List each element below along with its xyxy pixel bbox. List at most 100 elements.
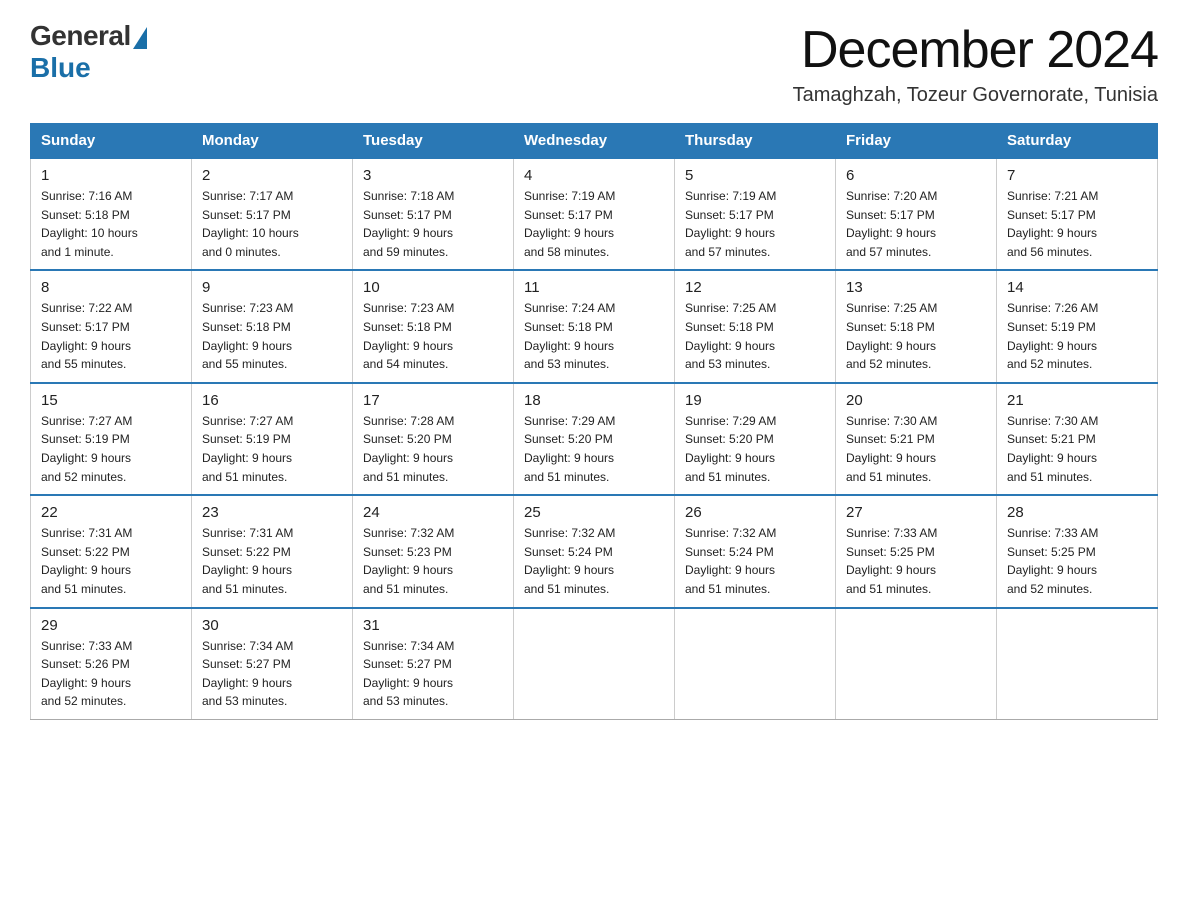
day-info: Sunrise: 7:33 AM Sunset: 5:26 PM Dayligh… — [41, 637, 181, 711]
title-area: December 2024 Tamaghzah, Tozeur Governor… — [793, 20, 1158, 107]
month-title: December 2024 — [793, 20, 1158, 80]
day-number: 10 — [363, 279, 503, 296]
calendar-day-cell: 18 Sunrise: 7:29 AM Sunset: 5:20 PM Dayli… — [514, 383, 675, 495]
calendar-day-cell: 31 Sunrise: 7:34 AM Sunset: 5:27 PM Dayli… — [353, 608, 514, 720]
day-info: Sunrise: 7:26 AM Sunset: 5:19 PM Dayligh… — [1007, 299, 1147, 373]
calendar-day-cell: 28Sunrise: 7:33 AM Sunset: 5:25 PM Dayli… — [997, 495, 1158, 607]
day-info: Sunrise: 7:25 AM Sunset: 5:18 PM Dayligh… — [685, 299, 825, 373]
day-number: 8 — [41, 279, 181, 296]
logo-blue-text: Blue — [30, 52, 91, 84]
calendar-day-cell: 8Sunrise: 7:22 AM Sunset: 5:17 PM Daylig… — [31, 270, 192, 382]
calendar-day-cell: 21 Sunrise: 7:30 AM Sunset: 5:21 PM Dayli… — [997, 383, 1158, 495]
calendar-empty-cell — [997, 608, 1158, 720]
day-number: 29 — [41, 617, 181, 634]
day-number: 4 — [524, 167, 664, 184]
day-info: Sunrise: 7:19 AM Sunset: 5:17 PM Dayligh… — [524, 187, 664, 261]
day-number: 11 — [524, 279, 664, 296]
calendar-day-cell: 6 Sunrise: 7:20 AM Sunset: 5:17 PM Daylig… — [836, 158, 997, 270]
calendar-day-cell: 13 Sunrise: 7:25 AM Sunset: 5:18 PM Dayli… — [836, 270, 997, 382]
logo-blue-part — [131, 25, 147, 47]
day-number: 20 — [846, 392, 986, 409]
col-header-monday: Monday — [192, 124, 353, 159]
day-number: 6 — [846, 167, 986, 184]
day-number: 1 — [41, 167, 181, 184]
calendar-day-cell: 26 Sunrise: 7:32 AM Sunset: 5:24 PM Dayli… — [675, 495, 836, 607]
day-info: Sunrise: 7:23 AM Sunset: 5:18 PM Dayligh… — [202, 299, 342, 373]
day-info: Sunrise: 7:31 AM Sunset: 5:22 PM Dayligh… — [41, 524, 181, 598]
col-header-sunday: Sunday — [31, 124, 192, 159]
day-number: 23 — [202, 504, 342, 521]
calendar-day-cell: 20 Sunrise: 7:30 AM Sunset: 5:21 PM Dayli… — [836, 383, 997, 495]
calendar-day-cell: 14 Sunrise: 7:26 AM Sunset: 5:19 PM Dayli… — [997, 270, 1158, 382]
day-info: Sunrise: 7:34 AM Sunset: 5:27 PM Dayligh… — [363, 637, 503, 711]
calendar-empty-cell — [836, 608, 997, 720]
calendar-day-cell: 25 Sunrise: 7:32 AM Sunset: 5:24 PM Dayli… — [514, 495, 675, 607]
day-info: Sunrise: 7:25 AM Sunset: 5:18 PM Dayligh… — [846, 299, 986, 373]
location-title: Tamaghzah, Tozeur Governorate, Tunisia — [793, 84, 1158, 107]
day-number: 3 — [363, 167, 503, 184]
calendar-day-cell: 16Sunrise: 7:27 AM Sunset: 5:19 PM Dayli… — [192, 383, 353, 495]
day-info: Sunrise: 7:28 AM Sunset: 5:20 PM Dayligh… — [363, 412, 503, 486]
calendar-day-cell: 30Sunrise: 7:34 AM Sunset: 5:27 PM Dayli… — [192, 608, 353, 720]
col-header-saturday: Saturday — [997, 124, 1158, 159]
calendar-day-cell: 29 Sunrise: 7:33 AM Sunset: 5:26 PM Dayli… — [31, 608, 192, 720]
calendar-day-cell: 17 Sunrise: 7:28 AM Sunset: 5:20 PM Dayli… — [353, 383, 514, 495]
col-header-thursday: Thursday — [675, 124, 836, 159]
day-number: 19 — [685, 392, 825, 409]
day-number: 22 — [41, 504, 181, 521]
day-info: Sunrise: 7:20 AM Sunset: 5:17 PM Dayligh… — [846, 187, 986, 261]
calendar-table: SundayMondayTuesdayWednesdayThursdayFrid… — [30, 123, 1158, 720]
calendar-empty-cell — [514, 608, 675, 720]
calendar-day-cell: 5 Sunrise: 7:19 AM Sunset: 5:17 PM Daylig… — [675, 158, 836, 270]
day-info: Sunrise: 7:17 AM Sunset: 5:17 PM Dayligh… — [202, 187, 342, 261]
day-number: 9 — [202, 279, 342, 296]
day-number: 13 — [846, 279, 986, 296]
col-header-friday: Friday — [836, 124, 997, 159]
day-info: Sunrise: 7:33 AM Sunset: 5:25 PM Dayligh… — [1007, 524, 1147, 598]
day-info: Sunrise: 7:33 AM Sunset: 5:25 PM Dayligh… — [846, 524, 986, 598]
calendar-day-cell: 2Sunrise: 7:17 AM Sunset: 5:17 PM Daylig… — [192, 158, 353, 270]
day-info: Sunrise: 7:27 AM Sunset: 5:19 PM Dayligh… — [41, 412, 181, 486]
calendar-day-cell: 19 Sunrise: 7:29 AM Sunset: 5:20 PM Dayli… — [675, 383, 836, 495]
day-info: Sunrise: 7:32 AM Sunset: 5:23 PM Dayligh… — [363, 524, 503, 598]
calendar-day-cell: 27 Sunrise: 7:33 AM Sunset: 5:25 PM Dayli… — [836, 495, 997, 607]
day-info: Sunrise: 7:29 AM Sunset: 5:20 PM Dayligh… — [685, 412, 825, 486]
page-header: General Blue December 2024 Tamaghzah, To… — [30, 20, 1158, 107]
calendar-day-cell: 3 Sunrise: 7:18 AM Sunset: 5:17 PM Daylig… — [353, 158, 514, 270]
day-number: 14 — [1007, 279, 1147, 296]
logo: General Blue — [30, 20, 147, 84]
day-info: Sunrise: 7:30 AM Sunset: 5:21 PM Dayligh… — [846, 412, 986, 486]
day-number: 15 — [41, 392, 181, 409]
day-number: 25 — [524, 504, 664, 521]
day-number: 5 — [685, 167, 825, 184]
day-number: 17 — [363, 392, 503, 409]
day-info: Sunrise: 7:21 AM Sunset: 5:17 PM Dayligh… — [1007, 187, 1147, 261]
day-number: 27 — [846, 504, 986, 521]
logo-general-text: General — [30, 20, 131, 52]
calendar-day-cell: 24Sunrise: 7:32 AM Sunset: 5:23 PM Dayli… — [353, 495, 514, 607]
calendar-day-cell: 11Sunrise: 7:24 AM Sunset: 5:18 PM Dayli… — [514, 270, 675, 382]
day-info: Sunrise: 7:30 AM Sunset: 5:21 PM Dayligh… — [1007, 412, 1147, 486]
day-info: Sunrise: 7:34 AM Sunset: 5:27 PM Dayligh… — [202, 637, 342, 711]
day-number: 21 — [1007, 392, 1147, 409]
day-info: Sunrise: 7:32 AM Sunset: 5:24 PM Dayligh… — [685, 524, 825, 598]
col-header-tuesday: Tuesday — [353, 124, 514, 159]
calendar-day-cell: 15 Sunrise: 7:27 AM Sunset: 5:19 PM Dayli… — [31, 383, 192, 495]
calendar-week-row: 22 Sunrise: 7:31 AM Sunset: 5:22 PM Dayli… — [31, 495, 1158, 607]
day-number: 18 — [524, 392, 664, 409]
day-info: Sunrise: 7:32 AM Sunset: 5:24 PM Dayligh… — [524, 524, 664, 598]
calendar-week-row: 29 Sunrise: 7:33 AM Sunset: 5:26 PM Dayli… — [31, 608, 1158, 720]
day-info: Sunrise: 7:19 AM Sunset: 5:17 PM Dayligh… — [685, 187, 825, 261]
day-info: Sunrise: 7:29 AM Sunset: 5:20 PM Dayligh… — [524, 412, 664, 486]
day-info: Sunrise: 7:23 AM Sunset: 5:18 PM Dayligh… — [363, 299, 503, 373]
col-header-wednesday: Wednesday — [514, 124, 675, 159]
calendar-day-cell: 1Sunrise: 7:16 AM Sunset: 5:18 PM Daylig… — [31, 158, 192, 270]
day-number: 26 — [685, 504, 825, 521]
day-info: Sunrise: 7:18 AM Sunset: 5:17 PM Dayligh… — [363, 187, 503, 261]
calendar-day-cell: 22 Sunrise: 7:31 AM Sunset: 5:22 PM Dayli… — [31, 495, 192, 607]
logo-triangle-icon — [133, 27, 147, 49]
day-number: 31 — [363, 617, 503, 634]
day-info: Sunrise: 7:27 AM Sunset: 5:19 PM Dayligh… — [202, 412, 342, 486]
calendar-day-cell: 12Sunrise: 7:25 AM Sunset: 5:18 PM Dayli… — [675, 270, 836, 382]
calendar-day-cell: 4 Sunrise: 7:19 AM Sunset: 5:17 PM Daylig… — [514, 158, 675, 270]
